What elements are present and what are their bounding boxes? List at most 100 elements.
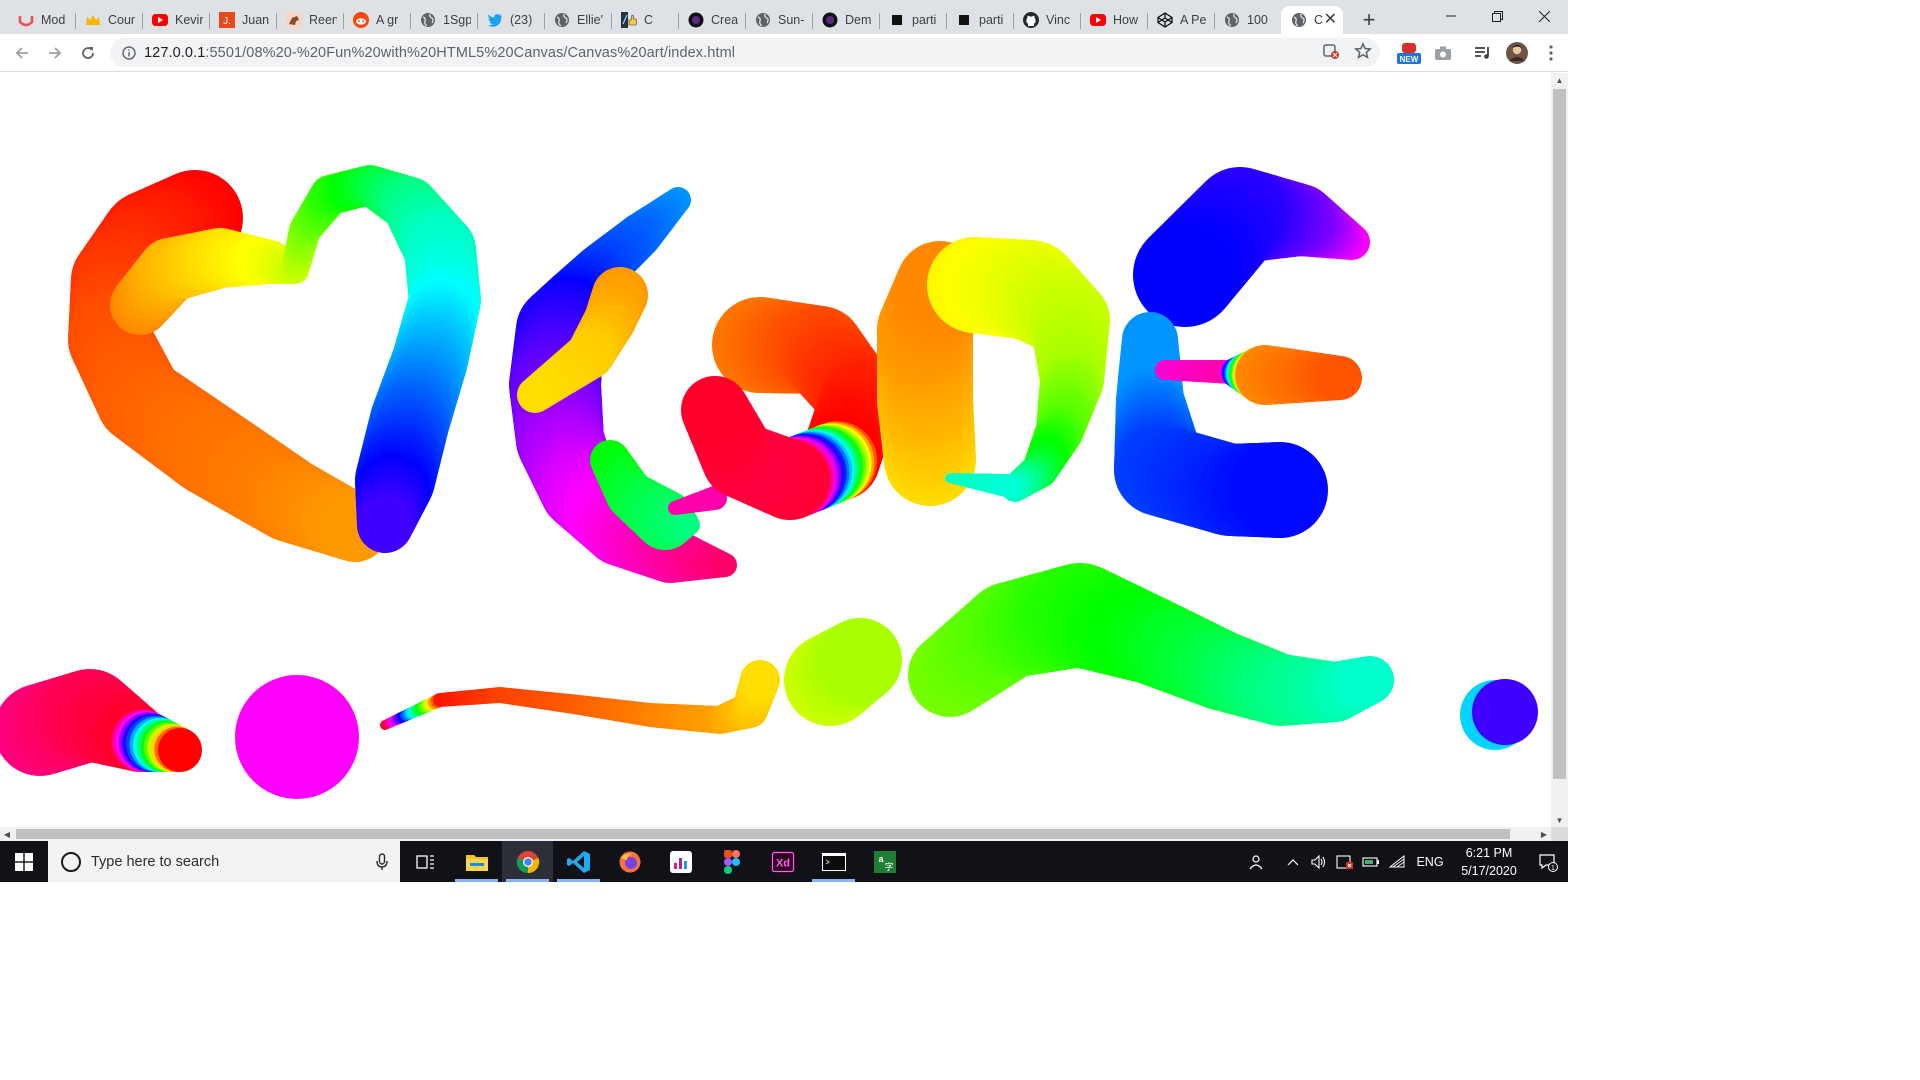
taskbar-search-box[interactable]: Type here to search [48,841,400,882]
github-icon [1023,12,1039,28]
tab[interactable]: A Pe [1147,6,1214,34]
scroll-left-arrow-icon[interactable]: ◀ [0,827,14,841]
folder-icon [465,854,488,871]
new-tab-button[interactable]: + [1353,6,1385,34]
reload-button[interactable] [72,37,104,69]
camera-extension-button[interactable] [1426,38,1460,68]
tab-title: (23) [510,13,533,27]
camera-icon [1435,46,1451,60]
forward-button[interactable] [39,37,71,69]
tab[interactable]: Ellie' [544,6,611,34]
vscode-app[interactable] [553,841,604,882]
tab[interactable]: Crea [678,6,745,34]
black-square-icon [889,12,905,28]
tab[interactable]: (23) [477,6,544,34]
terminal-app[interactable] [808,841,859,882]
restore-button[interactable] [1474,0,1521,32]
tab[interactable]: Kevir [142,6,209,34]
udemy-icon [18,12,34,28]
horizontal-scrollbar[interactable]: ◀ ▶ [0,827,1551,841]
tab[interactable]: C [611,6,678,34]
volume-icon[interactable] [1306,854,1332,869]
clock[interactable]: 6:21 PM 5/17/2020 [1450,844,1528,880]
translate-blocked-icon[interactable] [1322,42,1340,63]
tab[interactable]: parti [879,6,946,34]
spreadsheet-app[interactable]: a字 [859,841,910,882]
site-info-icon[interactable] [114,45,144,60]
letter-d-cyan-tail [998,474,1022,498]
tab-title: Juan [242,13,270,27]
windows-taskbar: Type here to search Xd a字 ENG 6:21 PM 5/… [0,841,1568,882]
tab-title: Mod [41,13,66,27]
back-button[interactable] [6,37,38,69]
chrome-app[interactable] [502,841,553,882]
scroll-right-arrow-icon[interactable]: ▶ [1537,827,1551,841]
tab-title: 100 [1247,13,1268,27]
tab[interactable]: Sun- [745,6,812,34]
tab-list: Mod Cour Kevir J. Juan Reen A gr 1Sgp (23) Ellie'… [0,0,1343,34]
svg-text:Xd: Xd [775,857,789,869]
task-view-button[interactable] [400,841,451,882]
tab[interactable]: Mod [8,6,75,34]
show-hidden-icons-chevron-icon[interactable] [1280,858,1306,866]
bookmark-star-icon[interactable] [1353,41,1373,63]
figma-app[interactable] [706,841,757,882]
vertical-scroll-thumb[interactable] [1553,89,1566,779]
globe-icon [1291,12,1307,28]
file-explorer-app[interactable] [451,841,502,882]
tab[interactable]: A gr [343,6,410,34]
close-window-button[interactable] [1521,0,1568,32]
start-button[interactable] [0,841,48,882]
media-controls-button[interactable] [1466,38,1500,68]
minimize-button[interactable] [1427,0,1474,32]
close-tab-icon[interactable]: ✕ [1324,12,1337,28]
input-language[interactable]: ENG [1410,855,1450,869]
letter-c-inner-yellow [517,377,553,413]
firefox-app[interactable] [604,841,655,882]
tab-active[interactable]: C ✕ [1281,6,1343,34]
tab-strip: Mod Cour Kevir J. Juan Reen A gr 1Sgp (23) Ellie'… [0,0,1568,34]
tab[interactable]: Cour [75,6,142,34]
horizontal-scroll-thumb[interactable] [16,829,1510,839]
wifi-icon[interactable] [1384,854,1410,869]
tab[interactable]: How [1080,6,1147,34]
scroll-up-arrow-icon[interactable]: ▲ [1551,73,1568,87]
youtube-icon [1090,12,1106,28]
tab[interactable]: 1Sgp [410,6,477,34]
tab[interactable]: 100 [1214,6,1281,34]
letter-o-stroke [681,376,749,444]
tab[interactable]: Vinc [1013,6,1080,34]
page-viewport [0,73,1551,827]
letter-c-green [680,515,700,535]
bottom-right-blue-blob [1472,679,1538,745]
tab[interactable]: J. Juan [209,6,276,34]
translate-app-icon: a字 [873,850,896,873]
globe-icon [1224,12,1240,28]
browser-menu-button[interactable] [1534,38,1568,68]
browser-toolbar: 127.0.0.1:5501/08%20-%20Fun%20with%20HTM… [0,34,1568,72]
tab[interactable]: Reen [276,6,343,34]
tab-title: Dem [845,13,872,27]
terminal-icon [821,852,846,871]
youtube-icon [152,12,168,28]
extension-new-button[interactable]: NEW [1392,38,1426,68]
j-letter-icon: J. [219,12,235,28]
scroll-down-arrow-icon[interactable]: ▼ [1551,813,1568,827]
vertical-scrollbar[interactable]: ▲ ▼ [1551,73,1568,827]
people-icon[interactable] [1244,854,1270,870]
horse-icon [286,12,302,28]
security-warning-icon[interactable] [1332,854,1358,870]
adobe-xd-app[interactable]: Xd [757,841,808,882]
reddit-icon [353,12,369,28]
drawing-canvas[interactable] [0,73,1551,827]
tab[interactable]: parti [946,6,1013,34]
chart-app[interactable] [655,841,706,882]
twitter-icon [487,12,503,28]
address-bar[interactable]: 127.0.0.1:5501/08%20-%20Fun%20with%20HTM… [110,38,1380,67]
microphone-icon[interactable] [376,852,388,871]
crown-icon [85,12,101,28]
action-center-button[interactable]: 1 [1528,852,1568,872]
battery-icon[interactable] [1358,856,1384,868]
tab[interactable]: Dem [812,6,879,34]
profile-avatar-button[interactable] [1500,38,1534,68]
